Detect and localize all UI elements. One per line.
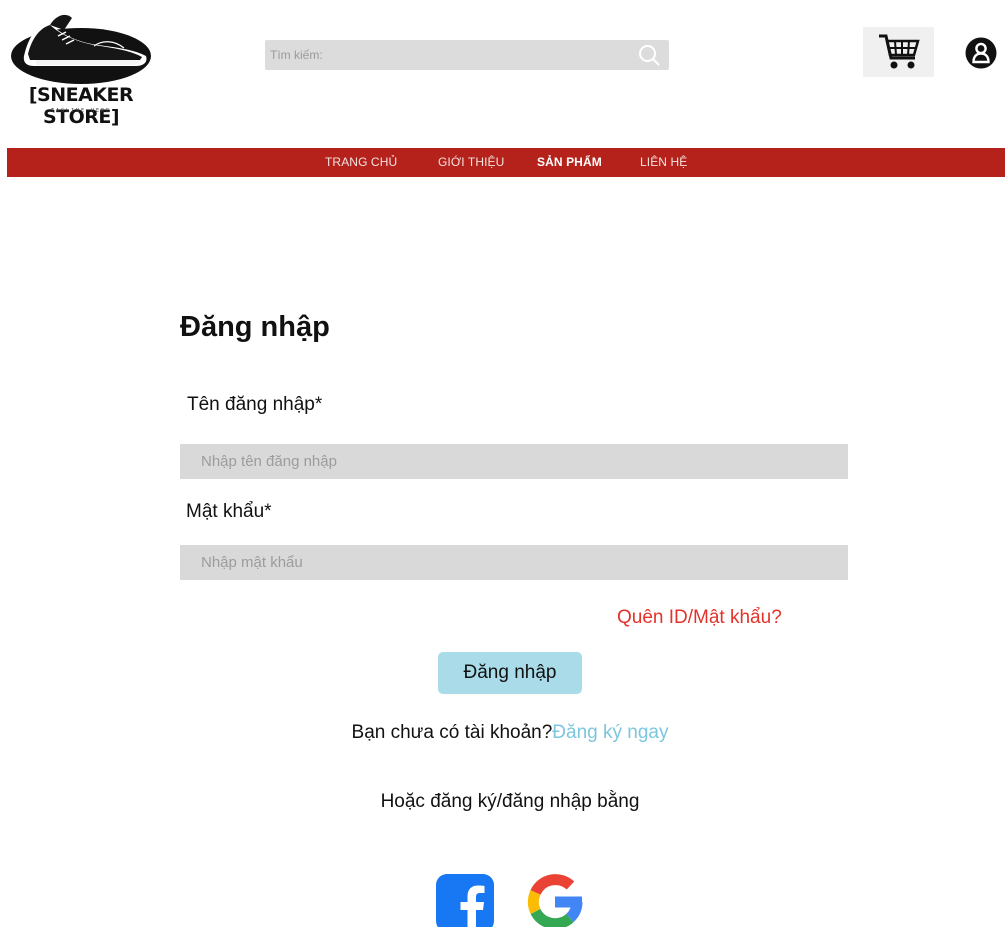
nav-item-contact[interactable]: LIÊN HỆ	[640, 155, 687, 169]
page-title: Đăng nhập	[180, 311, 330, 343]
logo-text: [SNEAKER STORE]	[28, 84, 134, 128]
store-logo[interactable]: [SNEAKER STORE] TAGLINE HERE	[6, 10, 156, 128]
facebook-icon[interactable]	[436, 874, 494, 927]
signup-prompt: Bạn chưa có tài khoản?Đăng ký ngay	[0, 722, 1005, 744]
logo-tagline: TAGLINE HERE	[50, 108, 112, 114]
username-field[interactable]	[180, 444, 848, 479]
main-nav: TRANG CHỦ GIỚI THIỆU SẢN PHẨM LIÊN HỆ	[7, 148, 1005, 177]
nav-item-products[interactable]: SẢN PHẨM	[537, 155, 602, 169]
no-account-text: Bạn chưa có tài khoản?	[351, 722, 553, 743]
google-icon[interactable]	[526, 873, 584, 927]
cart-button[interactable]	[863, 27, 934, 77]
search-input[interactable]	[265, 40, 625, 70]
login-button[interactable]: Đăng nhập	[438, 652, 582, 694]
shopping-cart-icon	[878, 34, 920, 69]
password-label: Mật khẩu*	[186, 501, 272, 522]
nav-item-home[interactable]: TRANG CHỦ	[325, 155, 397, 169]
user-icon[interactable]	[965, 37, 997, 69]
forgot-password-link[interactable]: Quên ID/Mật khẩu?	[617, 607, 782, 629]
username-label: Tên đăng nhập*	[187, 394, 323, 415]
password-field[interactable]	[180, 545, 848, 580]
sneaker-logo-icon	[11, 14, 151, 84]
register-link[interactable]: Đăng ký ngay	[552, 722, 668, 743]
search-icon[interactable]	[637, 43, 661, 67]
nav-item-about[interactable]: GIỚI THIỆU	[438, 155, 504, 169]
social-login-text: Hoặc đăng ký/đăng nhập bằng	[380, 791, 640, 812]
search-bar	[265, 40, 669, 70]
